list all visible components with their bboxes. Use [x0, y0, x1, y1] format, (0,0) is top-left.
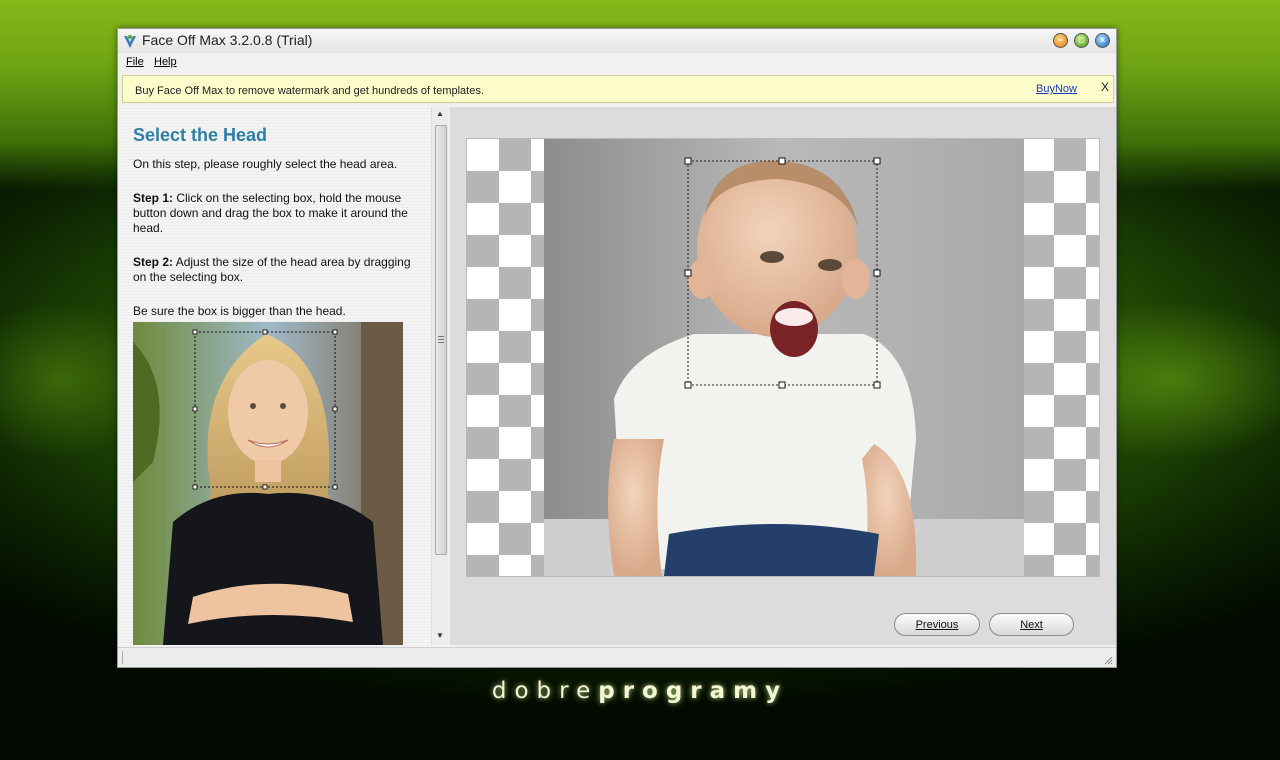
menu-file[interactable]: File: [126, 56, 144, 68]
step2-text: Step 2: Adjust the size of the head area…: [133, 255, 423, 285]
notice-text: Buy Face Off Max to remove watermark and…: [135, 85, 484, 97]
step-title: Select the Head: [133, 125, 268, 145]
notice-close-button[interactable]: X: [1101, 80, 1109, 94]
step1-body: Click on the selecting box, hold the mou…: [133, 191, 408, 235]
app-window: Face Off Max 3.2.0.8 (Trial) − □ × File …: [117, 28, 1117, 668]
previous-button[interactable]: Previous: [894, 613, 980, 636]
trial-notice-bar: Buy Face Off Max to remove watermark and…: [122, 75, 1114, 103]
step2-body: Adjust the size of the head area by drag…: [133, 255, 411, 284]
step1-text: Step 1: Click on the selecting box, hold…: [133, 191, 423, 236]
status-bar: [118, 647, 1116, 667]
scroll-up-icon[interactable]: ▲: [436, 109, 444, 118]
brand-bold: programy: [598, 678, 789, 704]
menu-help[interactable]: Help: [154, 56, 177, 68]
instructions-panel: Select the Head On this step, please rou…: [122, 107, 450, 645]
menu-bar: File Help: [118, 53, 1116, 73]
panel-splitter-grip-icon[interactable]: [438, 334, 444, 343]
transparency-checker-right: [1022, 139, 1099, 576]
scroll-down-icon[interactable]: ▼: [436, 631, 444, 640]
close-icon[interactable]: ×: [1095, 33, 1110, 48]
transparency-checker-left: [467, 139, 545, 576]
intro-text: On this step, please roughly select the …: [133, 157, 398, 171]
step2-label: Step 2:: [133, 255, 174, 269]
brand-light: dobre: [491, 678, 599, 704]
title-bar[interactable]: Face Off Max 3.2.0.8 (Trial) − □ ×: [118, 29, 1116, 53]
window-title: Face Off Max 3.2.0.8 (Trial): [142, 32, 313, 48]
editor-panel: [450, 107, 1116, 645]
step1-label: Step 1:: [133, 191, 174, 205]
maximize-icon[interactable]: □: [1074, 33, 1089, 48]
note-text: Be sure the box is bigger than the head.: [133, 304, 346, 318]
buy-now-link[interactable]: BuyNow: [1036, 83, 1077, 95]
app-logo-icon: [124, 34, 136, 48]
next-button[interactable]: Next: [989, 613, 1074, 636]
resize-grip-icon[interactable]: [1103, 655, 1113, 665]
example-photo: [133, 322, 403, 645]
minimize-icon[interactable]: −: [1053, 33, 1068, 48]
instructions-scrollbar[interactable]: ▲ ▼: [431, 107, 449, 645]
status-divider: [122, 651, 123, 664]
baby-photo: [544, 139, 1024, 576]
brand-watermark: dobreprogramy: [440, 678, 840, 704]
image-canvas[interactable]: [466, 138, 1100, 577]
